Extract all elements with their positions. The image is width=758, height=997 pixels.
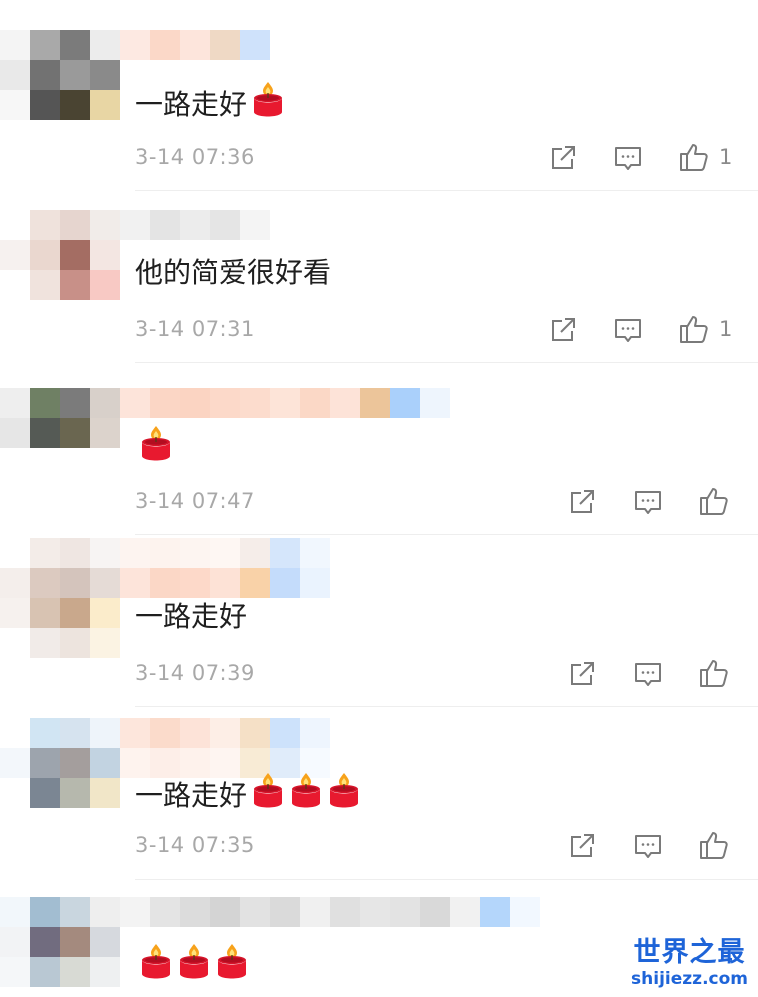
candle-icon [135, 944, 249, 983]
candle-icon [215, 942, 249, 991]
username[interactable] [120, 897, 540, 927]
avatar[interactable] [0, 897, 120, 987]
watermark: 世界之最 shijiezz.com [631, 930, 748, 989]
watermark-subtitle: shijiezz.com [631, 969, 748, 989]
candle-icon [177, 942, 211, 991]
watermark-title: 世界之最 [633, 937, 746, 968]
comment-text [135, 942, 249, 991]
candle-icon [139, 942, 173, 991]
comment-item [0, 0, 758, 997]
